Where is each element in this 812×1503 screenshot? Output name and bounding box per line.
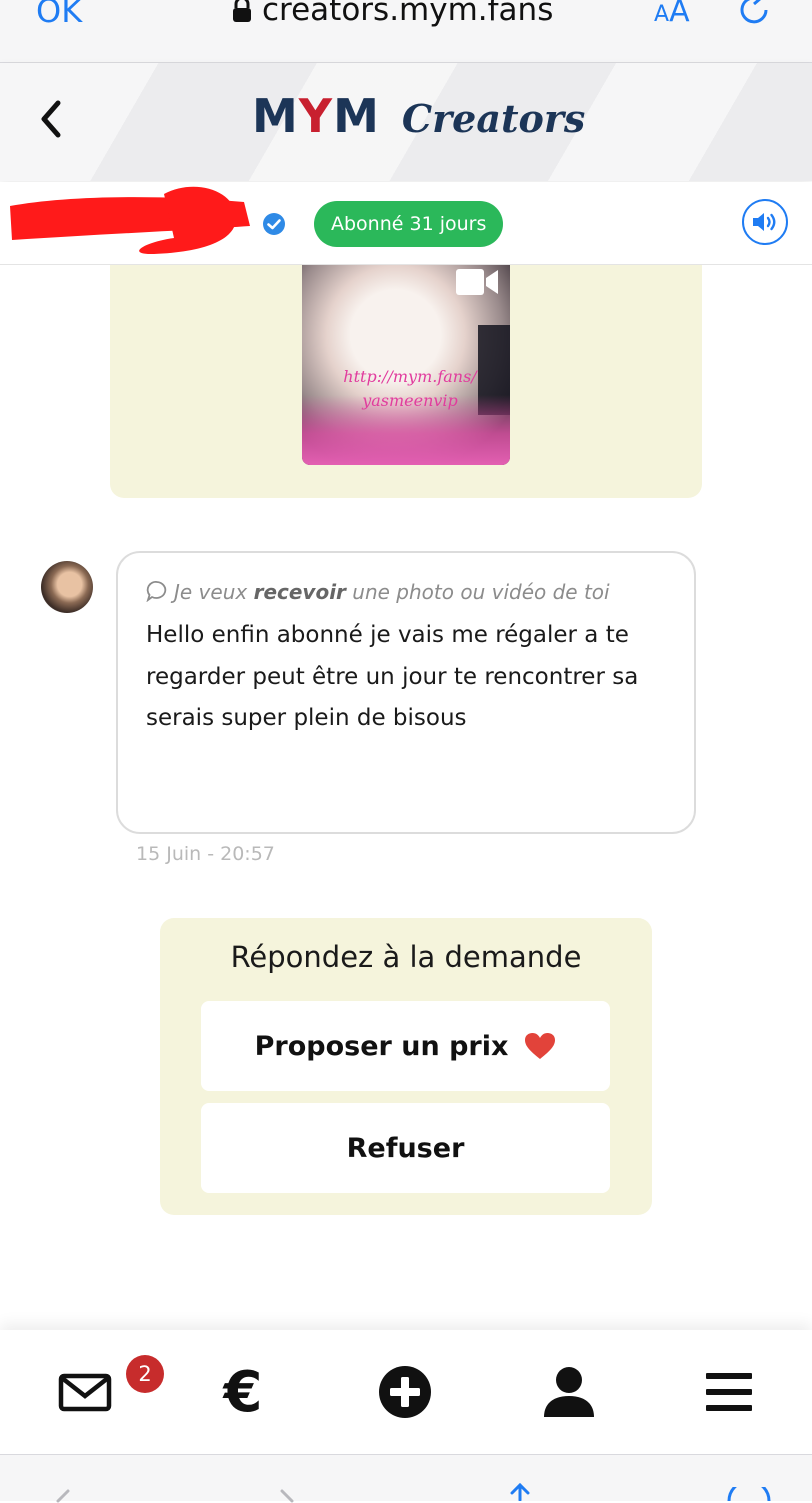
- media-thumbnail[interactable]: http://mym.fans/ yasmeenvip: [302, 265, 510, 465]
- redacted-username: [10, 186, 250, 255]
- back-chevron-icon[interactable]: [38, 99, 64, 139]
- euro-icon: €: [223, 1359, 263, 1425]
- messages-count-badge: 2: [126, 1355, 164, 1393]
- sender-avatar[interactable]: [41, 561, 93, 613]
- text-size-button[interactable]: AA: [654, 0, 690, 29]
- mail-icon: [58, 1373, 112, 1412]
- address-bar[interactable]: creators.mym.fans: [232, 0, 553, 28]
- nav-menu[interactable]: [686, 1330, 772, 1454]
- bookmarks-icon[interactable]: [726, 1487, 772, 1501]
- nav-messages[interactable]: 2: [40, 1330, 164, 1454]
- site-header: MYM Creators: [0, 63, 812, 181]
- nav-create[interactable]: [362, 1330, 448, 1454]
- url-text: creators.mym.fans: [262, 0, 554, 28]
- sound-toggle-button[interactable]: [742, 199, 788, 245]
- logo-subtitle: Creators: [401, 96, 586, 141]
- nav-profile[interactable]: [526, 1330, 612, 1454]
- refuse-button[interactable]: Refuser: [201, 1103, 610, 1193]
- propose-price-button[interactable]: Proposer un prix: [201, 1001, 610, 1091]
- plus-circle-icon: [379, 1366, 431, 1418]
- media-watermark: http://mym.fans/ yasmeenvip: [343, 367, 477, 410]
- back-icon[interactable]: [52, 1489, 72, 1503]
- mym-creators-logo[interactable]: MYM Creators: [252, 89, 585, 143]
- nav-earnings[interactable]: €: [200, 1330, 286, 1454]
- menu-icon: [706, 1373, 752, 1411]
- verified-icon: [263, 213, 285, 235]
- share-icon[interactable]: [500, 1483, 540, 1501]
- reload-icon[interactable]: [738, 0, 774, 30]
- browser-top-bar: OK creators.mym.fans AA: [0, 0, 812, 63]
- bottom-navigation: 2 €: [0, 1330, 812, 1454]
- request-response-panel: Répondez à la demande Proposer un prix R…: [160, 918, 652, 1215]
- message-timestamp: 15 Juin - 20:57: [136, 843, 275, 865]
- request-type-line: Je veux recevoir une photo ou vidéo de t…: [146, 571, 668, 613]
- speaker-icon: [753, 213, 776, 231]
- chat-header: Abonné 31 jours: [0, 182, 812, 265]
- heart-icon: [525, 1033, 556, 1059]
- request-panel-title: Répondez à la demande: [230, 940, 582, 974]
- lock-icon: [233, 0, 251, 22]
- user-icon: [544, 1367, 594, 1417]
- message-text: Hello enfin abonné je vais me régaler a …: [146, 622, 639, 731]
- comment-icon: [146, 581, 167, 603]
- logo-brand: MYM: [252, 89, 380, 143]
- video-camera-icon: [456, 269, 498, 295]
- message-bubble: Je veux recevoir une photo ou vidéo de t…: [116, 551, 696, 834]
- done-button[interactable]: OK: [36, 0, 82, 30]
- subscription-badge: Abonné 31 jours: [314, 201, 504, 247]
- browser-bottom-toolbar: [0, 1454, 812, 1503]
- forward-icon[interactable]: [278, 1489, 298, 1503]
